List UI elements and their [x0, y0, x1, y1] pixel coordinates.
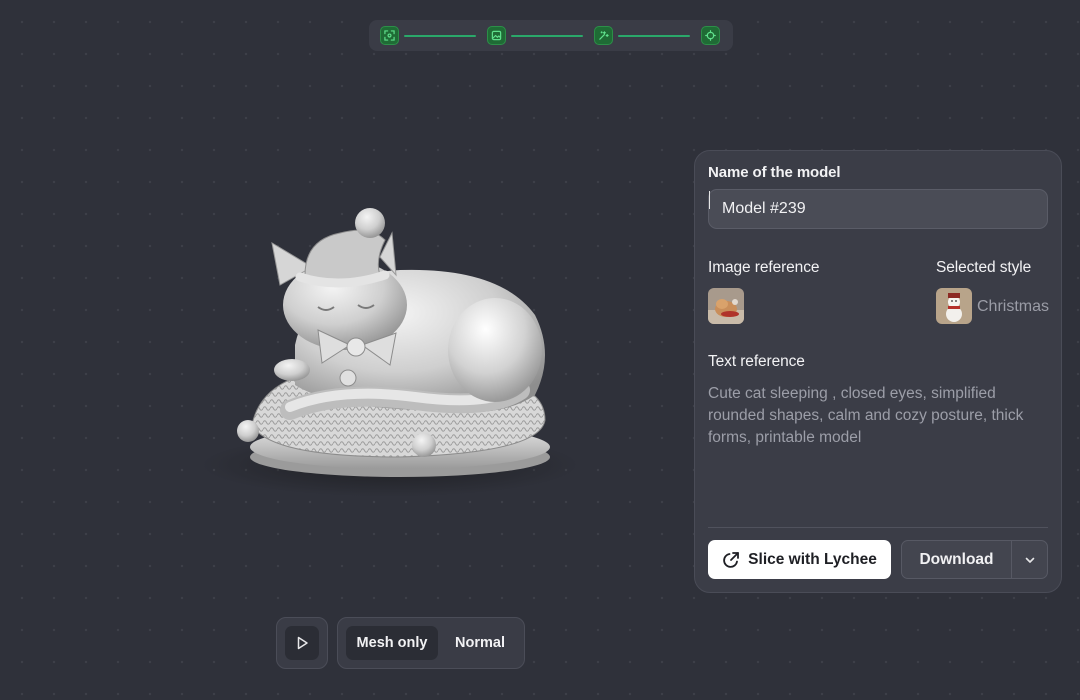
download-options-button[interactable]	[1011, 541, 1047, 578]
image-reference-label: Image reference	[708, 259, 820, 276]
sleeping-cat-model	[200, 208, 580, 497]
step-target-icon[interactable]	[701, 26, 720, 45]
download-button[interactable]: Download	[902, 541, 1011, 578]
step-connector	[618, 35, 690, 37]
step-magic-wand-icon[interactable]	[594, 26, 613, 45]
3d-model-viewer[interactable]	[200, 195, 590, 505]
view-mode-normal[interactable]: Normal	[440, 626, 520, 660]
step-image-icon[interactable]	[487, 26, 506, 45]
image-reference-thumbnail[interactable]	[708, 288, 744, 324]
slice-button-label: Slice with Lychee	[748, 550, 877, 568]
play-icon	[297, 636, 308, 650]
slice-with-lychee-button[interactable]: Slice with Lychee	[708, 540, 891, 579]
step-scan-icon[interactable]	[380, 26, 399, 45]
play-control	[276, 617, 328, 669]
download-button-group: Download	[901, 540, 1048, 579]
text-reference-value: Cute cat sleeping , closed eyes, simplif…	[708, 385, 1024, 446]
progress-stepper	[369, 20, 733, 51]
text-cursor	[709, 191, 710, 209]
play-button[interactable]	[285, 626, 319, 660]
text-reference-label: Text reference	[708, 353, 805, 370]
view-mode-toggle: Mesh only Normal	[337, 617, 525, 669]
selected-style-name: Christmas	[977, 298, 1050, 315]
panel-divider	[708, 527, 1048, 528]
selected-style-thumbnail[interactable]	[936, 288, 972, 324]
step-connector	[511, 35, 583, 37]
external-open-icon	[723, 551, 740, 568]
selected-style-label: Selected style	[936, 259, 1032, 276]
model-details-panel: Name of the model Image reference Select…	[694, 150, 1062, 593]
step-connector	[404, 35, 476, 37]
model-name-input[interactable]	[708, 189, 1048, 229]
view-mode-mesh-only[interactable]: Mesh only	[346, 626, 438, 660]
chevron-down-icon	[1025, 557, 1034, 563]
name-label: Name of the model	[708, 164, 841, 181]
